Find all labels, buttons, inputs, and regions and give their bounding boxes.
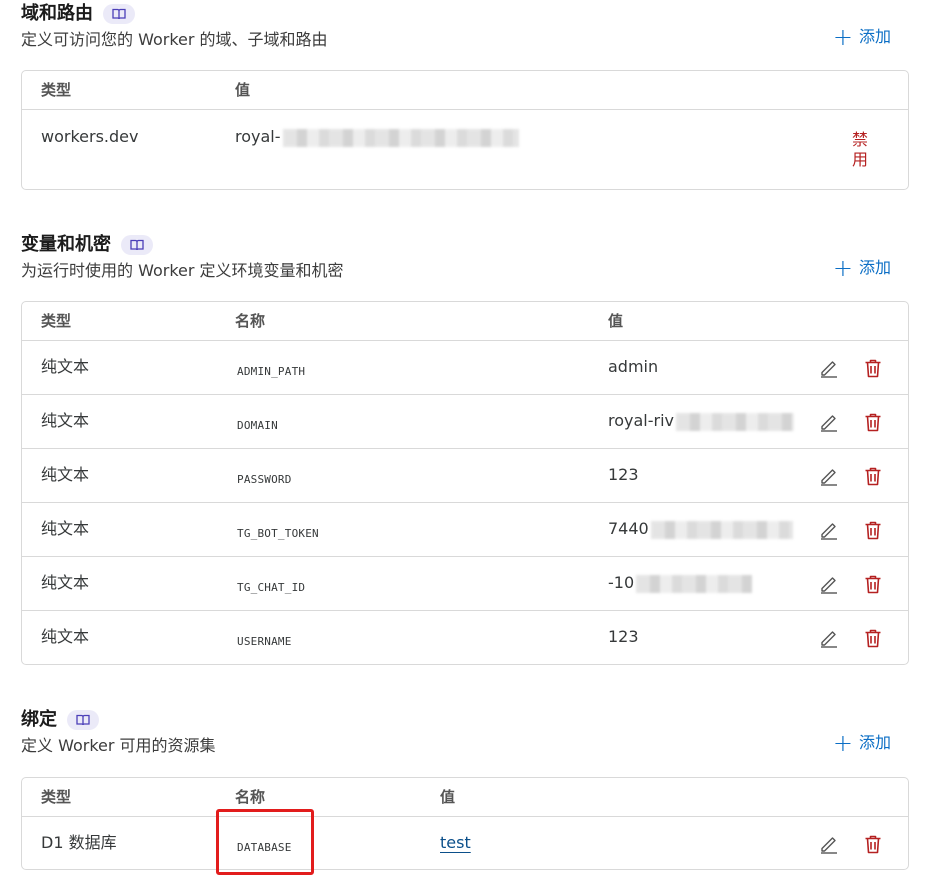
binding-type: D1 数据库 bbox=[41, 833, 117, 852]
bindings-table: 类型 名称 值 D1 数据库 DATABASE test bbox=[21, 777, 909, 870]
pencil-icon[interactable] bbox=[818, 465, 840, 487]
table-row: 纯文本 ADMIN_PATH admin bbox=[22, 341, 908, 395]
trash-icon[interactable] bbox=[862, 519, 884, 541]
table-row: 纯文本 TG_BOT_TOKEN 7440 bbox=[22, 503, 908, 557]
book-icon[interactable] bbox=[67, 710, 99, 730]
var-name: PASSWORD bbox=[237, 473, 292, 486]
pencil-icon[interactable] bbox=[818, 519, 840, 541]
trash-icon[interactable] bbox=[862, 627, 884, 649]
bindings-table-header: 类型 名称 值 bbox=[22, 778, 908, 817]
trash-icon[interactable] bbox=[862, 411, 884, 433]
plus-icon: + bbox=[832, 254, 853, 282]
var-value: 123 bbox=[608, 465, 639, 484]
table-row: 纯文本 USERNAME 123 bbox=[22, 611, 908, 665]
domains-table-header: 类型 值 bbox=[22, 71, 908, 110]
var-value: royal-riv bbox=[608, 411, 794, 431]
var-type: 纯文本 bbox=[41, 519, 90, 538]
variables-header: 变量和机密 bbox=[21, 233, 153, 257]
add-binding-label: 添加 bbox=[858, 733, 891, 752]
var-name: DOMAIN bbox=[237, 419, 278, 432]
table-row: 纯文本 PASSWORD 123 bbox=[22, 449, 908, 503]
col-name: 名称 bbox=[235, 312, 266, 330]
bindings-title: 绑定 bbox=[21, 709, 57, 730]
table-row: 纯文本 DOMAIN royal-riv bbox=[22, 395, 908, 449]
variables-title: 变量和机密 bbox=[21, 234, 111, 255]
bindings-section: 绑定 定义 Worker 可用的资源集 + 添加 类型 名称 值 D1 数据库 … bbox=[21, 708, 909, 873]
book-icon[interactable] bbox=[103, 4, 135, 24]
book-icon[interactable] bbox=[121, 235, 153, 255]
pencil-icon[interactable] bbox=[818, 627, 840, 649]
var-type: 纯文本 bbox=[41, 627, 90, 646]
table-row: workers.dev royal- 禁用 bbox=[22, 110, 908, 189]
trash-icon[interactable] bbox=[862, 573, 884, 595]
var-type: 纯文本 bbox=[41, 357, 90, 376]
domains-header: 域和路由 bbox=[21, 2, 135, 26]
add-domain-button[interactable]: + 添加 bbox=[832, 23, 891, 51]
domains-table: 类型 值 workers.dev royal- 禁用 bbox=[21, 70, 909, 190]
highlight-annotation-box bbox=[216, 809, 314, 875]
var-type: 纯文本 bbox=[41, 411, 90, 430]
domains-description: 定义可访问您的 Worker 的域、子域和路由 bbox=[21, 30, 328, 49]
binding-value-link[interactable]: test bbox=[440, 833, 471, 853]
pencil-icon[interactable] bbox=[818, 833, 840, 855]
variables-description: 为运行时使用的 Worker 定义环境变量和机密 bbox=[21, 261, 344, 280]
plus-icon: + bbox=[832, 23, 853, 51]
domain-value: royal- bbox=[235, 127, 519, 147]
domains-title: 域和路由 bbox=[21, 3, 93, 24]
trash-icon[interactable] bbox=[862, 465, 884, 487]
bindings-header: 绑定 bbox=[21, 708, 99, 732]
var-name: ADMIN_PATH bbox=[237, 365, 306, 378]
var-value: 123 bbox=[608, 627, 639, 646]
domains-section: 域和路由 定义可访问您的 Worker 的域、子域和路由 + 添加 类型 值 w… bbox=[21, 2, 909, 192]
var-value: -10 bbox=[608, 573, 753, 593]
col-name: 名称 bbox=[235, 788, 266, 806]
col-value: 值 bbox=[440, 788, 456, 806]
add-domain-label: 添加 bbox=[858, 27, 891, 46]
disable-workers-dev-link[interactable]: 禁用 bbox=[852, 130, 870, 170]
pencil-icon[interactable] bbox=[818, 411, 840, 433]
domain-type: workers.dev bbox=[41, 127, 139, 146]
add-binding-button[interactable]: + 添加 bbox=[832, 729, 891, 757]
var-name: TG_CHAT_ID bbox=[237, 581, 306, 594]
trash-icon[interactable] bbox=[862, 357, 884, 379]
plus-icon: + bbox=[832, 729, 853, 757]
var-value: admin bbox=[608, 357, 659, 376]
var-value: 7440 bbox=[608, 519, 793, 539]
col-value: 值 bbox=[235, 81, 251, 99]
table-row: D1 数据库 DATABASE test bbox=[22, 817, 908, 871]
bindings-description: 定义 Worker 可用的资源集 bbox=[21, 736, 216, 755]
col-type: 类型 bbox=[41, 788, 72, 806]
var-name: USERNAME bbox=[237, 635, 292, 648]
add-variable-button[interactable]: + 添加 bbox=[832, 254, 891, 282]
pencil-icon[interactable] bbox=[818, 573, 840, 595]
var-name: TG_BOT_TOKEN bbox=[237, 527, 319, 540]
col-type: 类型 bbox=[41, 312, 72, 330]
variables-section: 变量和机密 为运行时使用的 Worker 定义环境变量和机密 + 添加 类型 名… bbox=[21, 233, 909, 668]
table-row: 纯文本 TG_CHAT_ID -10 bbox=[22, 557, 908, 611]
variables-table: 类型 名称 值 纯文本 ADMIN_PATH admin 纯文本 DOMAIN … bbox=[21, 301, 909, 665]
pencil-icon[interactable] bbox=[818, 357, 840, 379]
trash-icon[interactable] bbox=[862, 833, 884, 855]
col-type: 类型 bbox=[41, 81, 72, 99]
var-type: 纯文本 bbox=[41, 465, 90, 484]
var-type: 纯文本 bbox=[41, 573, 90, 592]
add-variable-label: 添加 bbox=[858, 258, 891, 277]
variables-table-header: 类型 名称 值 bbox=[22, 302, 908, 341]
col-value: 值 bbox=[608, 312, 624, 330]
